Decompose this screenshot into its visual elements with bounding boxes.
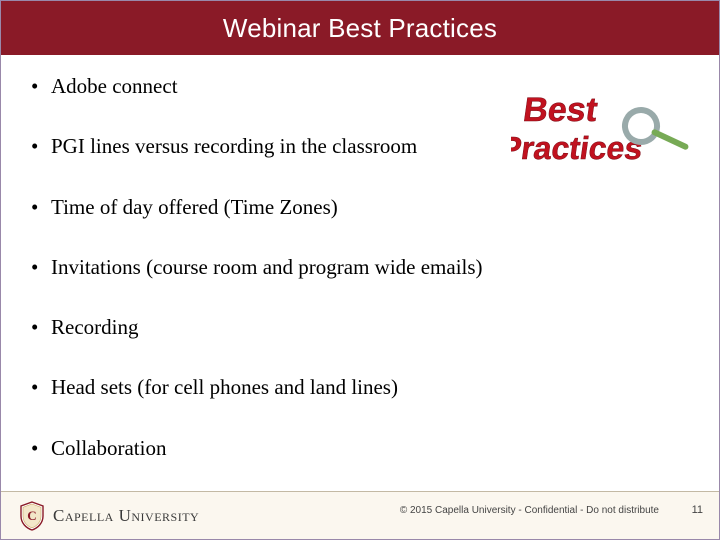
svg-text:C: C	[27, 508, 36, 523]
org-logo: C Capella University	[19, 501, 199, 531]
title-bar: Webinar Best Practices	[1, 1, 719, 55]
page-number: 11	[692, 504, 703, 516]
svg-text:Best: Best	[521, 91, 600, 129]
list-item: Invitations (course room and program wid…	[29, 254, 691, 280]
slide: Webinar Best Practices Adobe connect PGI…	[0, 0, 720, 540]
best-practices-graphic: Best Practices	[511, 71, 701, 171]
list-item: Time of day offered (Time Zones)	[29, 194, 691, 220]
shield-icon: C	[19, 501, 45, 531]
footer-disclaimer: © 2015 Capella University - Confidential…	[400, 505, 659, 516]
list-item: Recording	[29, 314, 691, 340]
slide-title: Webinar Best Practices	[223, 13, 497, 44]
list-item: Collaboration	[29, 435, 691, 461]
org-name: Capella University	[53, 506, 199, 526]
list-item: Head sets (for cell phones and land line…	[29, 374, 691, 400]
